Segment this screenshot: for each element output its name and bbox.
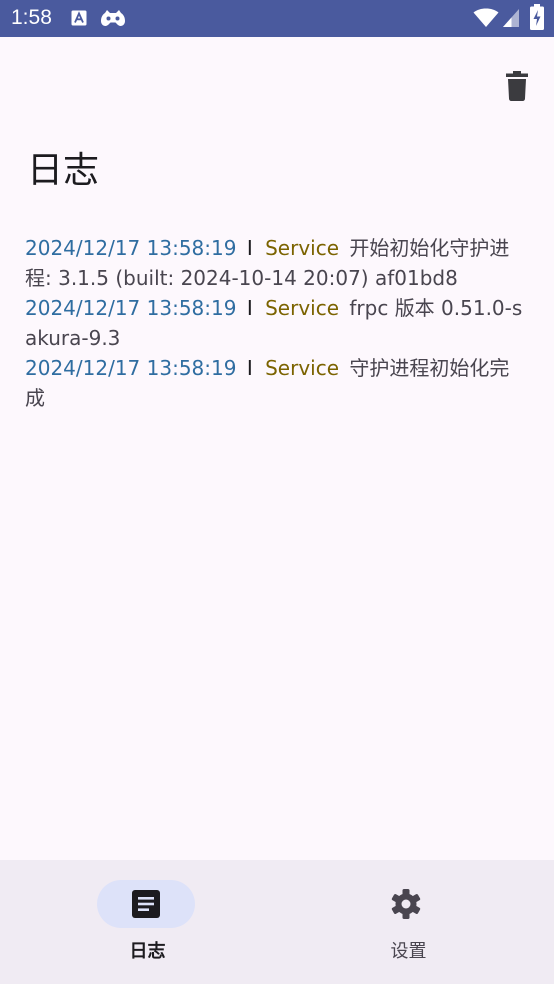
- status-bar: 1:58: [0, 0, 554, 37]
- delete-icon: [506, 71, 528, 101]
- log-entry: 2024/12/17 13:58:19 I Service frpc 版本 0.…: [25, 293, 525, 353]
- gear-icon: [391, 889, 421, 919]
- page-title: 日志: [27, 150, 100, 191]
- log-level: I: [246, 236, 253, 260]
- log-timestamp: 2024/12/17 13:58:19: [25, 236, 237, 260]
- log-level: I: [246, 356, 253, 380]
- log-timestamp: 2024/12/17 13:58:19: [25, 296, 237, 320]
- log-level: I: [246, 296, 253, 320]
- log-tag: Service: [265, 356, 340, 380]
- article-icon: [132, 890, 160, 918]
- log-entry: 2024/12/17 13:58:19 I Service 开始初始化守护进程:…: [25, 233, 525, 293]
- log-tag: Service: [265, 296, 340, 320]
- log-list: 2024/12/17 13:58:19 I Service 开始初始化守护进程:…: [25, 233, 525, 413]
- log-entry: 2024/12/17 13:58:19 I Service 守护进程初始化完成: [25, 353, 525, 413]
- log-timestamp: 2024/12/17 13:58:19: [25, 356, 237, 380]
- battery-icon: [530, 4, 544, 30]
- nav-label-logs: 日志: [129, 941, 166, 962]
- nav-item-settings[interactable]: 设置: [277, 860, 554, 984]
- nav-item-logs[interactable]: 日志: [0, 860, 277, 984]
- game-controller-icon: [101, 10, 125, 26]
- status-time: 1:58: [11, 6, 52, 29]
- bottom-navigation: 日志 设置: [0, 860, 554, 984]
- signal-icon: [503, 9, 519, 27]
- delete-logs-button[interactable]: [492, 61, 542, 111]
- wifi-icon: [473, 8, 499, 27]
- keyboard-a-icon: [71, 10, 87, 26]
- app-bar: [0, 37, 554, 137]
- nav-label-settings: 设置: [390, 941, 427, 962]
- log-tag: Service: [265, 236, 340, 260]
